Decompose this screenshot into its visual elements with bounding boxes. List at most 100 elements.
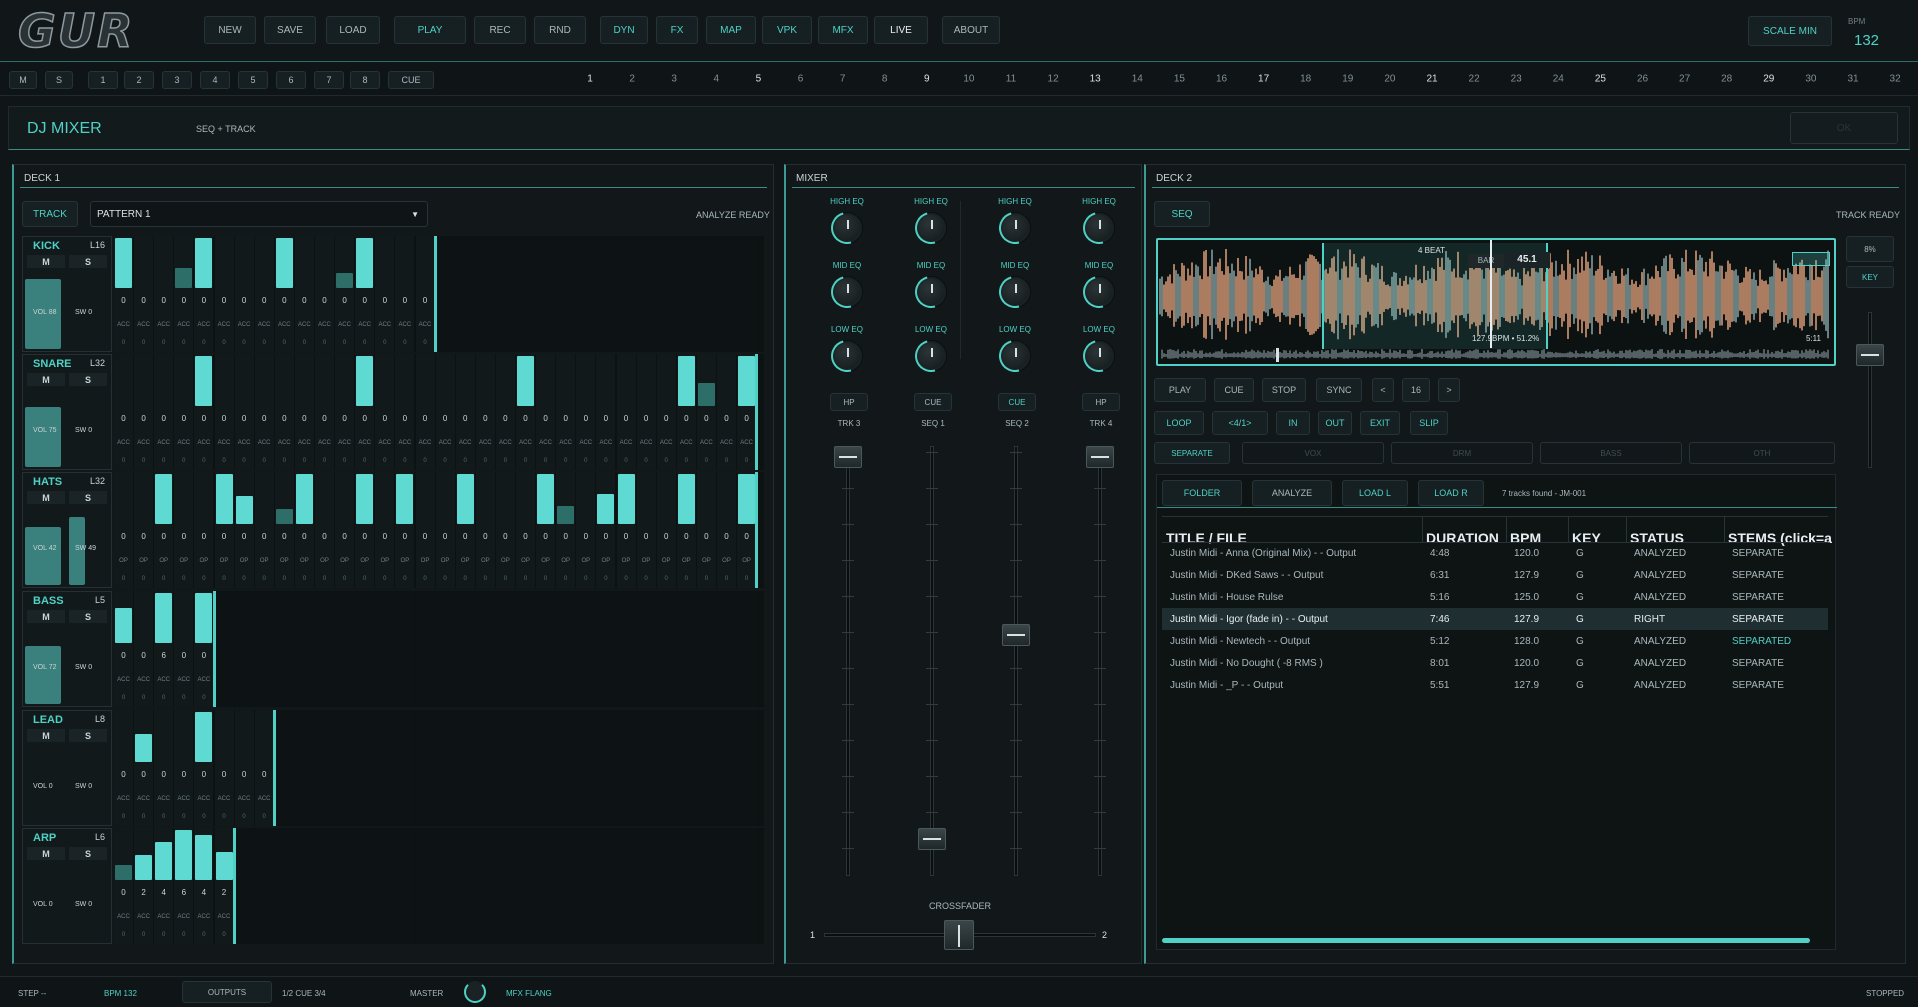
mid-eq-knob[interactable] [1077,270,1121,314]
pattern-button-3[interactable]: 3 [162,71,192,89]
step-cell[interactable]: 0 ACC 0 [234,236,254,352]
step-cell[interactable]: 0 ACC 0 [516,354,535,470]
table-row[interactable]: Justin Midi - House Rulse 5:16 125.0 G ANALY… [1162,586,1828,608]
step-cell[interactable]: 4 ACC 0 [154,828,174,944]
step-cell[interactable]: 0 ACC 0 [194,354,214,470]
mute-button[interactable]: M [27,729,65,742]
hp-button[interactable]: HP [1082,393,1120,411]
loop-exit-button[interactable]: EXIT [1360,411,1400,435]
cell-stems[interactable]: SEPARATE [1732,592,1784,603]
step-velocity-bar[interactable] [537,474,555,524]
step-cell[interactable]: 0 OP 0 [415,472,435,588]
low-eq-knob[interactable] [1077,334,1121,378]
key-lock-button[interactable]: KEY [1846,266,1894,288]
step-cell[interactable]: 0 OP 0 [455,472,475,588]
pitch-slider-handle[interactable] [1856,344,1884,366]
master-solo-button[interactable]: S [45,71,73,89]
step-cell[interactable]: 0 OP 0 [134,472,154,588]
pitch-range-button[interactable]: 8% [1846,236,1894,262]
step-cell[interactable]: 0 OP 0 [214,472,234,588]
solo-button[interactable]: S [69,610,107,623]
hp-button[interactable]: HP [830,393,868,411]
master-knob[interactable] [464,981,486,1003]
step-cell[interactable]: 0 ACC 0 [134,710,154,826]
step-cell[interactable]: 0 ACC 0 [194,236,214,352]
step-velocity-bar[interactable] [617,474,635,524]
browser-scrollbar[interactable] [1162,938,1810,943]
step-cell[interactable]: 0 OP 0 [315,472,334,588]
step-velocity-bar[interactable] [275,509,293,524]
step-cell[interactable]: 0 ACC 0 [395,354,415,470]
pattern-button-5[interactable]: 5 [238,71,268,89]
vpk-button[interactable]: VPK [762,16,812,44]
step-cell[interactable]: 0 OP 0 [536,472,556,588]
step-velocity-bar[interactable] [195,835,213,880]
step-cell[interactable]: 0 OP 0 [254,472,274,588]
zoom-box[interactable] [1792,252,1830,266]
step-cell[interactable]: 0 OP 0 [596,472,616,588]
step-cell[interactable]: 0 OP 0 [435,472,455,588]
step-cell[interactable]: 0 ACC 0 [576,354,596,470]
step-velocity-bar[interactable] [115,238,132,288]
cell-stems[interactable]: SEPARATED [1732,636,1791,647]
rec-button[interactable]: REC [474,16,526,44]
table-row[interactable]: Justin Midi - DKed Saws - - Output 6:31 12… [1162,564,1828,586]
fx-button[interactable]: FX [656,16,698,44]
ok-button[interactable]: OK [1790,112,1898,144]
step-cell[interactable]: 0 OP 0 [234,472,254,588]
step-cell[interactable]: 0 ACC 0 [114,828,133,944]
step-cell[interactable]: 0 ACC 0 [315,236,334,352]
step-cell[interactable]: 0 ACC 0 [556,354,576,470]
crossfader-handle[interactable] [944,920,974,950]
step-velocity-bar[interactable] [275,238,293,288]
step-velocity-bar[interactable] [195,238,213,288]
step-cell[interactable]: 0 OP 0 [556,472,576,588]
high-eq-knob[interactable] [825,206,869,250]
step-cell[interactable]: 0 ACC 0 [154,236,174,352]
step-cell[interactable]: 0 OP 0 [616,472,636,588]
folder-button[interactable]: FOLDER [1162,480,1242,506]
step-velocity-bar[interactable] [195,593,213,643]
cell-stems[interactable]: SEPARATE [1732,680,1784,691]
cell-stems[interactable]: SEPARATE [1732,614,1784,625]
overview-position[interactable] [1276,348,1279,362]
pattern-select[interactable]: PATTERN 1 ▼ [90,201,428,227]
step-cell[interactable]: 0 OP 0 [174,472,194,588]
stem-bass-button[interactable]: BASS [1540,442,1682,464]
loop-slip-button[interactable]: SLIP [1410,411,1448,435]
step-cell[interactable]: 0 ACC 0 [214,236,234,352]
step-cell[interactable]: 0 ACC 0 [335,236,355,352]
step-velocity-bar[interactable] [738,356,756,406]
transport-stop-button[interactable]: STOP [1262,378,1306,402]
step-cell[interactable]: 0 ACC 0 [174,236,194,352]
table-row[interactable]: Justin Midi - No Dought ( -8 RMS ) 8:01 12… [1162,652,1828,674]
step-velocity-bar[interactable] [155,593,173,643]
step-cell[interactable]: 0 ACC 0 [717,354,736,470]
step-cell[interactable]: 0 ACC 0 [435,354,455,470]
pattern-button-4[interactable]: 4 [200,71,230,89]
cell-stems[interactable]: SEPARATE [1732,658,1784,669]
step-velocity-bar[interactable] [135,734,153,762]
step-cell[interactable]: 0 ACC 0 [174,591,194,707]
new-button[interactable]: NEW [204,16,256,44]
step-cell[interactable]: 0 ACC 0 [415,236,435,352]
table-row[interactable]: Justin Midi - _P - - Output 5:51 127.9 G ANA… [1162,674,1828,696]
volume-level-bar[interactable] [25,646,61,704]
step-velocity-bar[interactable] [155,842,173,880]
step-cell[interactable]: 0 ACC 0 [154,354,174,470]
high-eq-knob[interactable] [993,206,1037,250]
table-row[interactable]: Justin Midi - Newtech - - Output 5:12 128.… [1162,630,1828,652]
step-cell[interactable]: 0 ACC 0 [114,354,133,470]
low-eq-knob[interactable] [909,334,953,378]
channel-fader-handle[interactable] [1086,446,1114,468]
outputs-button[interactable]: OUTPUTS [182,981,272,1003]
step-cell[interactable]: 0 ACC 0 [616,354,636,470]
about-button[interactable]: ABOUT [942,16,1000,44]
step-cell[interactable]: 2 ACC 0 [214,828,234,944]
transport-prev-button[interactable]: < [1372,378,1394,402]
cue-button[interactable]: CUE [998,393,1036,411]
step-velocity-bar[interactable] [597,494,615,524]
step-cell[interactable]: 0 OP 0 [717,472,736,588]
step-cell[interactable]: 0 ACC 0 [274,354,294,470]
step-velocity-bar[interactable] [115,608,132,643]
